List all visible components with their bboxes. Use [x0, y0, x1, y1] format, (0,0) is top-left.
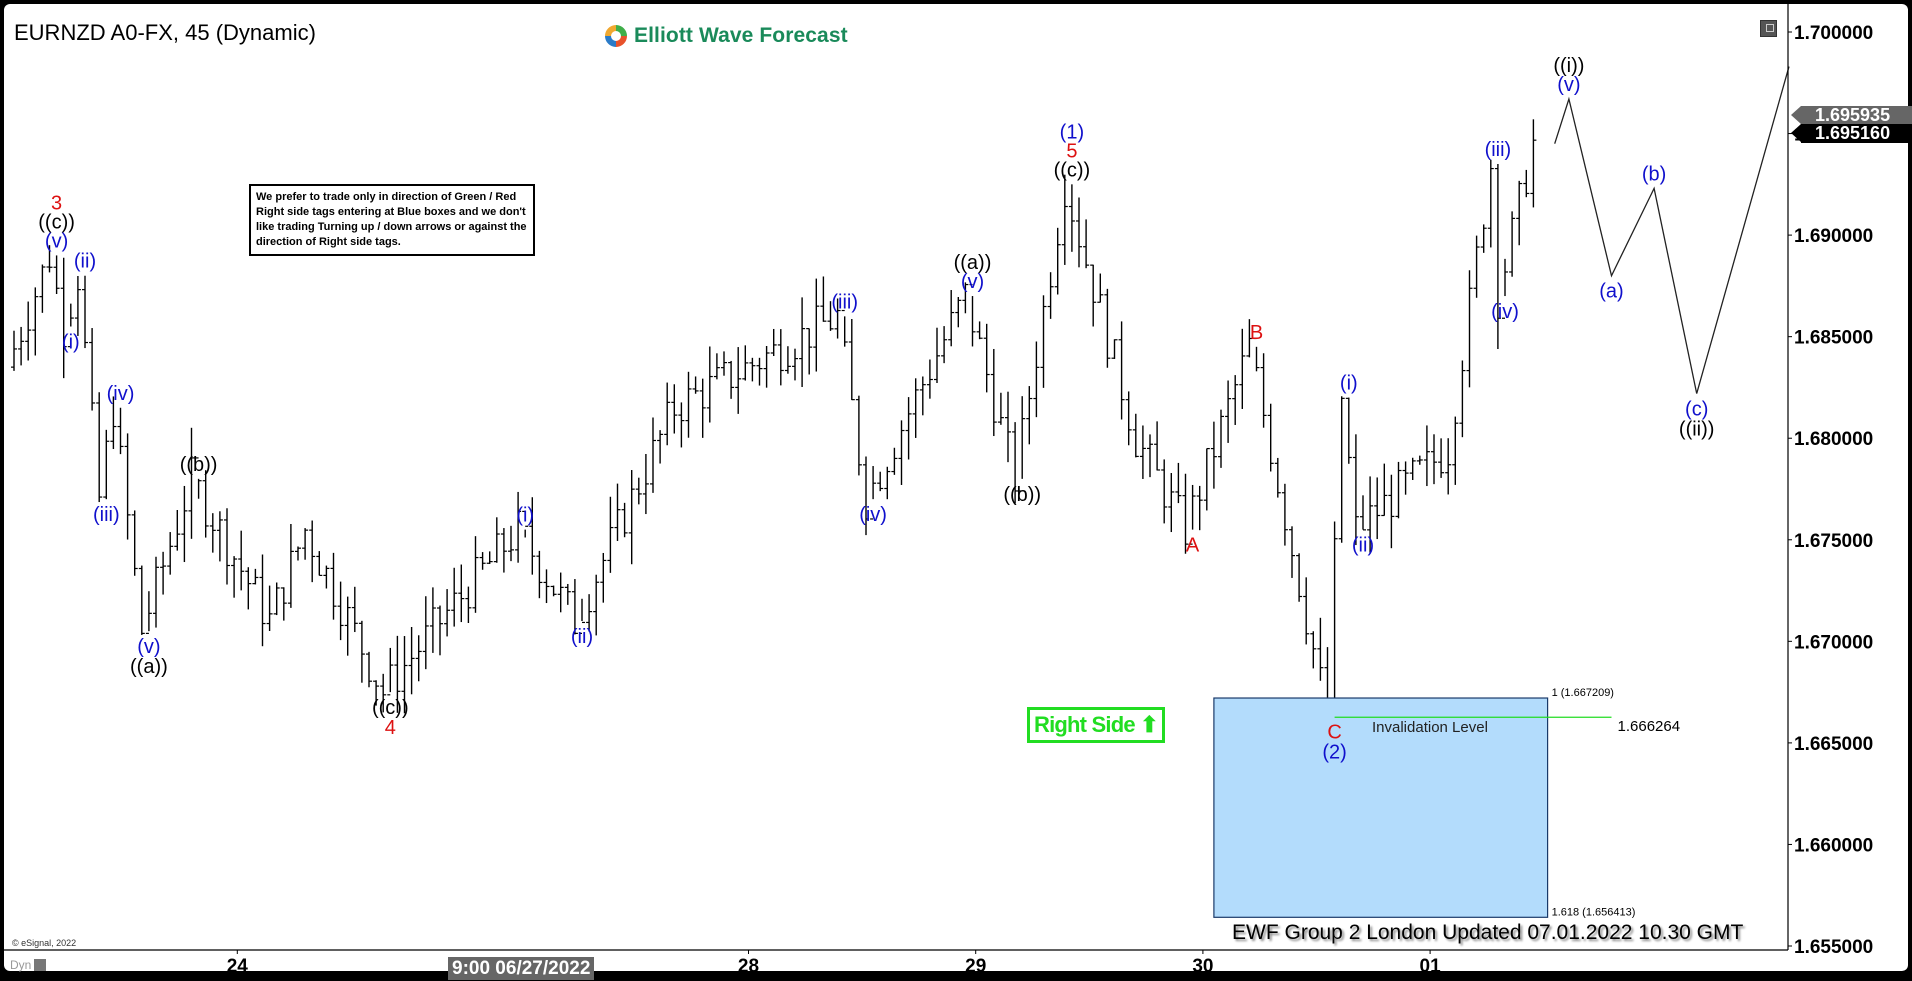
- y-tick-label: 1.680000: [1794, 429, 1873, 450]
- logo-text: Elliott Wave Forecast: [634, 24, 848, 47]
- wave-label: (a): [1599, 281, 1623, 303]
- wave-label: (v): [137, 636, 160, 658]
- wave-label: ((i)): [1553, 55, 1584, 77]
- wave-label: (v): [1557, 74, 1580, 96]
- wave-label: ((b)): [180, 454, 218, 476]
- x-tick-label: 30: [1192, 956, 1213, 971]
- price-tag-last: 1.695160: [1791, 124, 1912, 143]
- y-tick-label: 1.675000: [1794, 531, 1873, 552]
- wave-label: (ii): [1352, 535, 1374, 557]
- invalidation-label: Invalidation Level: [1372, 719, 1488, 736]
- price-chart[interactable]: 1 (1.667209) 1.618 (1.656413) Invalidation…: [4, 4, 1908, 971]
- target-zone: 1 (1.667209) 1.618 (1.656413) Invalidation…: [1213, 687, 1681, 918]
- y-tick-label: 1.700000: [1794, 23, 1873, 44]
- wave-label: (ii): [571, 626, 593, 648]
- wave-label: (iv): [107, 383, 135, 405]
- wave-label: 3: [51, 192, 62, 214]
- wave-label: (v): [961, 271, 984, 293]
- wave-label: (1): [1060, 121, 1084, 143]
- x-tick-label: 29: [965, 956, 986, 971]
- wave-label: (2): [1322, 741, 1346, 763]
- axes: 1.7000001.6950001.6900001.6850001.680000…: [4, 4, 1873, 971]
- right-side-label: Right Side: [1034, 712, 1136, 737]
- wave-label: (i): [62, 332, 80, 354]
- wave-label: B: [1250, 322, 1263, 344]
- right-side-tag: Right Side ⬆: [1027, 707, 1165, 743]
- ewf-logo-icon: [605, 25, 627, 47]
- arrow-up-icon: ⬆: [1140, 712, 1158, 737]
- y-tick-label: 1.655000: [1794, 937, 1873, 958]
- wave-label: 5: [1066, 140, 1077, 162]
- x-tick-label: 01: [1420, 956, 1442, 971]
- chart-window: 1 (1.667209) 1.618 (1.656413) Invalidation…: [4, 4, 1912, 980]
- dyn-label: Dyn: [10, 958, 32, 972]
- wave-label: (i): [516, 505, 534, 527]
- fib-1618-label: 1.618 (1.656413): [1552, 906, 1636, 918]
- wave-label: (i): [1340, 373, 1358, 395]
- y-tick-label: 1.685000: [1794, 328, 1873, 349]
- wave-label: ((a)): [130, 656, 168, 678]
- ewf-logo: Elliott Wave Forecast: [602, 22, 848, 50]
- wave-label: (iii): [1485, 139, 1512, 161]
- y-tick-label: 1.665000: [1794, 734, 1873, 755]
- copyright: © eSignal, 2022: [12, 938, 77, 948]
- wave-label: (iii): [93, 504, 120, 526]
- wave-label: (v): [45, 230, 68, 252]
- projection-line: [1554, 66, 1790, 394]
- wave-label: A: [1186, 535, 1200, 557]
- y-tick-label: 1.690000: [1794, 226, 1873, 247]
- restore-window-icon[interactable]: [1760, 20, 1777, 37]
- wave-label: (iv): [1491, 301, 1519, 323]
- ohlc-bars: [11, 119, 1537, 722]
- trading-notice: We prefer to trade only in direction of …: [249, 184, 535, 256]
- wave-label: (ii): [74, 251, 96, 273]
- projection-path: [1554, 66, 1790, 394]
- wave-label: ((c)): [38, 211, 75, 233]
- cursor-timestamp: 9:00 06/27/2022: [448, 957, 595, 980]
- x-tick-label: 24: [227, 956, 249, 971]
- wave-label: ((c)): [372, 697, 409, 719]
- wave-label: (iv): [859, 504, 887, 526]
- lock-icon[interactable]: [34, 959, 47, 971]
- fib-1-label: 1 (1.667209): [1552, 687, 1614, 699]
- dyn-toggle[interactable]: Dyn: [10, 958, 47, 972]
- x-tick-label: 28: [738, 956, 759, 971]
- wave-label: ((c)): [1054, 159, 1091, 181]
- wave-label: ((a)): [954, 252, 992, 274]
- wave-label: ((ii)): [1679, 419, 1715, 441]
- chart-title: EURNZD A0-FX, 45 (Dynamic): [14, 20, 316, 45]
- wave-label: (iii): [831, 291, 858, 313]
- wave-label: (c): [1685, 399, 1708, 421]
- y-tick-label: 1.660000: [1794, 835, 1873, 856]
- invalidation-value: 1.666264: [1618, 718, 1681, 735]
- wave-label: 4: [385, 717, 396, 739]
- y-tick-label: 1.670000: [1794, 632, 1873, 653]
- wave-label: (b): [1642, 163, 1666, 185]
- wave-label: C: [1327, 721, 1341, 743]
- wave-label: ((b)): [1003, 484, 1041, 506]
- updated-stamp: EWF Group 2 London Updated 07.01.2022 10…: [1232, 921, 1744, 944]
